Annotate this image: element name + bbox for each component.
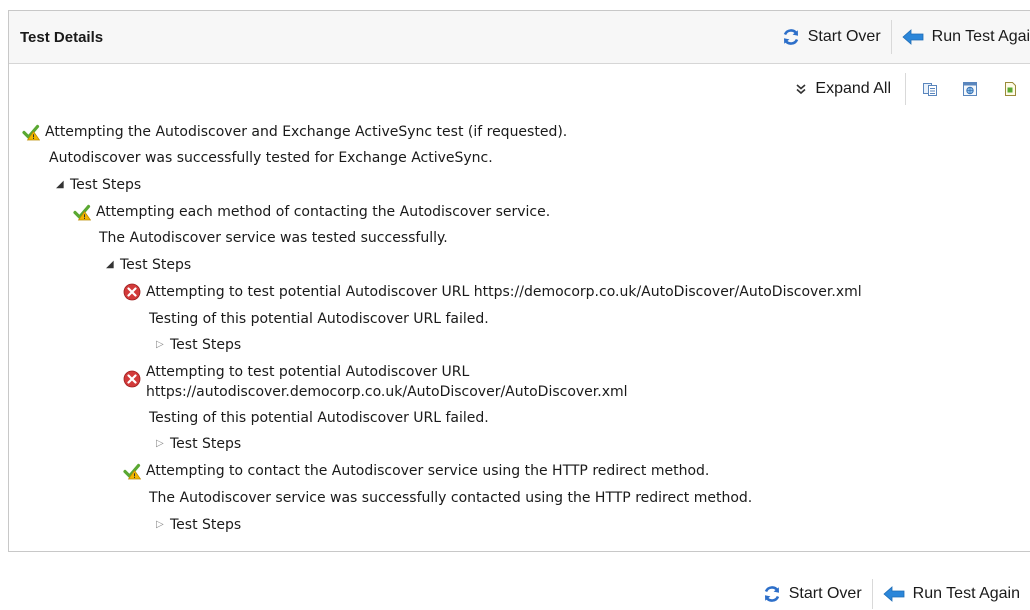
run-test-again-button[interactable]: Run Test Again	[892, 11, 1030, 63]
start-over-label: Start Over	[788, 585, 862, 602]
tree-item-root: Attempting the Autodiscover and Exchange…	[22, 122, 567, 142]
triangle-collapsed-icon: ▷	[156, 339, 164, 350]
test-steps-toggle[interactable]: ▷ Test Steps	[156, 515, 241, 535]
tree-item-title: Attempting to contact the Autodiscover s…	[146, 463, 710, 479]
tree-item-result: Autodiscover was successfully tested for…	[49, 148, 493, 168]
tree-item-title: Attempting to test potential Autodiscove…	[146, 284, 862, 300]
test-steps-label: Test Steps	[170, 436, 242, 452]
result-text: Testing of this potential Autodiscover U…	[149, 311, 489, 327]
test-steps-toggle[interactable]: ◢ Test Steps	[56, 175, 141, 195]
panel-title: Test Details	[20, 28, 104, 46]
export-document-icon[interactable]	[1002, 81, 1018, 97]
tree-item-redirect: Attempting to contact the Autodiscover s…	[123, 461, 709, 481]
refresh-icon	[783, 29, 798, 45]
tree-item-title: Attempting the Autodiscover and Exchange…	[45, 124, 568, 140]
tree-item-result: The Autodiscover service was tested succ…	[99, 228, 448, 248]
success-warning-icon	[22, 124, 40, 141]
result-text: Autodiscover was successfully tested for…	[49, 150, 493, 166]
panel-header: Test Details Start Over Run Test Again	[9, 11, 1030, 64]
tree-item-title: Attempting to test potential Autodiscove…	[146, 362, 628, 402]
copy-icon[interactable]	[922, 81, 938, 97]
triangle-collapsed-icon: ▷	[156, 438, 164, 449]
test-steps-label: Test Steps	[70, 177, 142, 193]
tree-item-title: Attempting each method of contacting the…	[96, 204, 551, 220]
error-icon	[123, 283, 141, 301]
test-steps-label: Test Steps	[170, 517, 242, 533]
run-test-again-label: Run Test Again	[912, 585, 1020, 602]
run-test-again-button-bottom[interactable]: Run Test Again	[873, 578, 1030, 610]
test-steps-toggle[interactable]: ◢ Test Steps	[106, 255, 191, 275]
run-test-again-label: Run Test Again	[931, 28, 1030, 45]
triangle-expanded-icon: ◢	[106, 259, 114, 270]
result-text: The Autodiscover service was successfull…	[149, 490, 753, 506]
title-line-2: https://autodiscover.democorp.co.uk/Auto…	[146, 384, 628, 400]
test-steps-toggle[interactable]: ▷ Test Steps	[156, 434, 241, 454]
result-text: Testing of this potential Autodiscover U…	[149, 410, 489, 426]
back-arrow-icon	[902, 29, 924, 45]
save-html-icon[interactable]	[962, 81, 978, 97]
toolbar-separator	[905, 73, 906, 105]
error-icon	[123, 370, 141, 388]
details-toolbar: Expand All	[785, 72, 1030, 106]
refresh-icon	[764, 586, 779, 602]
triangle-expanded-icon: ◢	[56, 179, 64, 190]
start-over-button[interactable]: Start Over	[772, 11, 891, 63]
tree-item-url1: Attempting to test potential Autodiscove…	[123, 282, 862, 302]
result-text: The Autodiscover service was tested succ…	[99, 230, 448, 246]
success-warning-icon	[73, 204, 91, 221]
triangle-collapsed-icon: ▷	[156, 519, 164, 530]
tree-item-result: Testing of this potential Autodiscover U…	[149, 408, 489, 428]
tree-item-method: Attempting each method of contacting the…	[73, 202, 550, 222]
tree-item-result: Testing of this potential Autodiscover U…	[149, 309, 489, 329]
title-line-1: Attempting to test potential Autodiscove…	[146, 364, 470, 380]
start-over-label: Start Over	[807, 28, 881, 45]
test-steps-toggle[interactable]: ▷ Test Steps	[156, 335, 241, 355]
test-steps-label: Test Steps	[170, 337, 242, 353]
double-chevron-down-icon	[796, 84, 806, 95]
expand-all-button[interactable]: Expand All	[785, 80, 901, 98]
expand-all-label: Expand All	[815, 80, 891, 97]
tree-item-url2: Attempting to test potential Autodiscove…	[123, 362, 628, 402]
tree-item-result: The Autodiscover service was successfull…	[149, 488, 752, 508]
back-arrow-icon	[883, 586, 905, 602]
test-steps-label: Test Steps	[120, 257, 192, 273]
bottom-action-bar: Start Over Run Test Again	[753, 578, 1030, 610]
success-warning-icon	[123, 463, 141, 480]
start-over-button-bottom[interactable]: Start Over	[753, 578, 872, 610]
